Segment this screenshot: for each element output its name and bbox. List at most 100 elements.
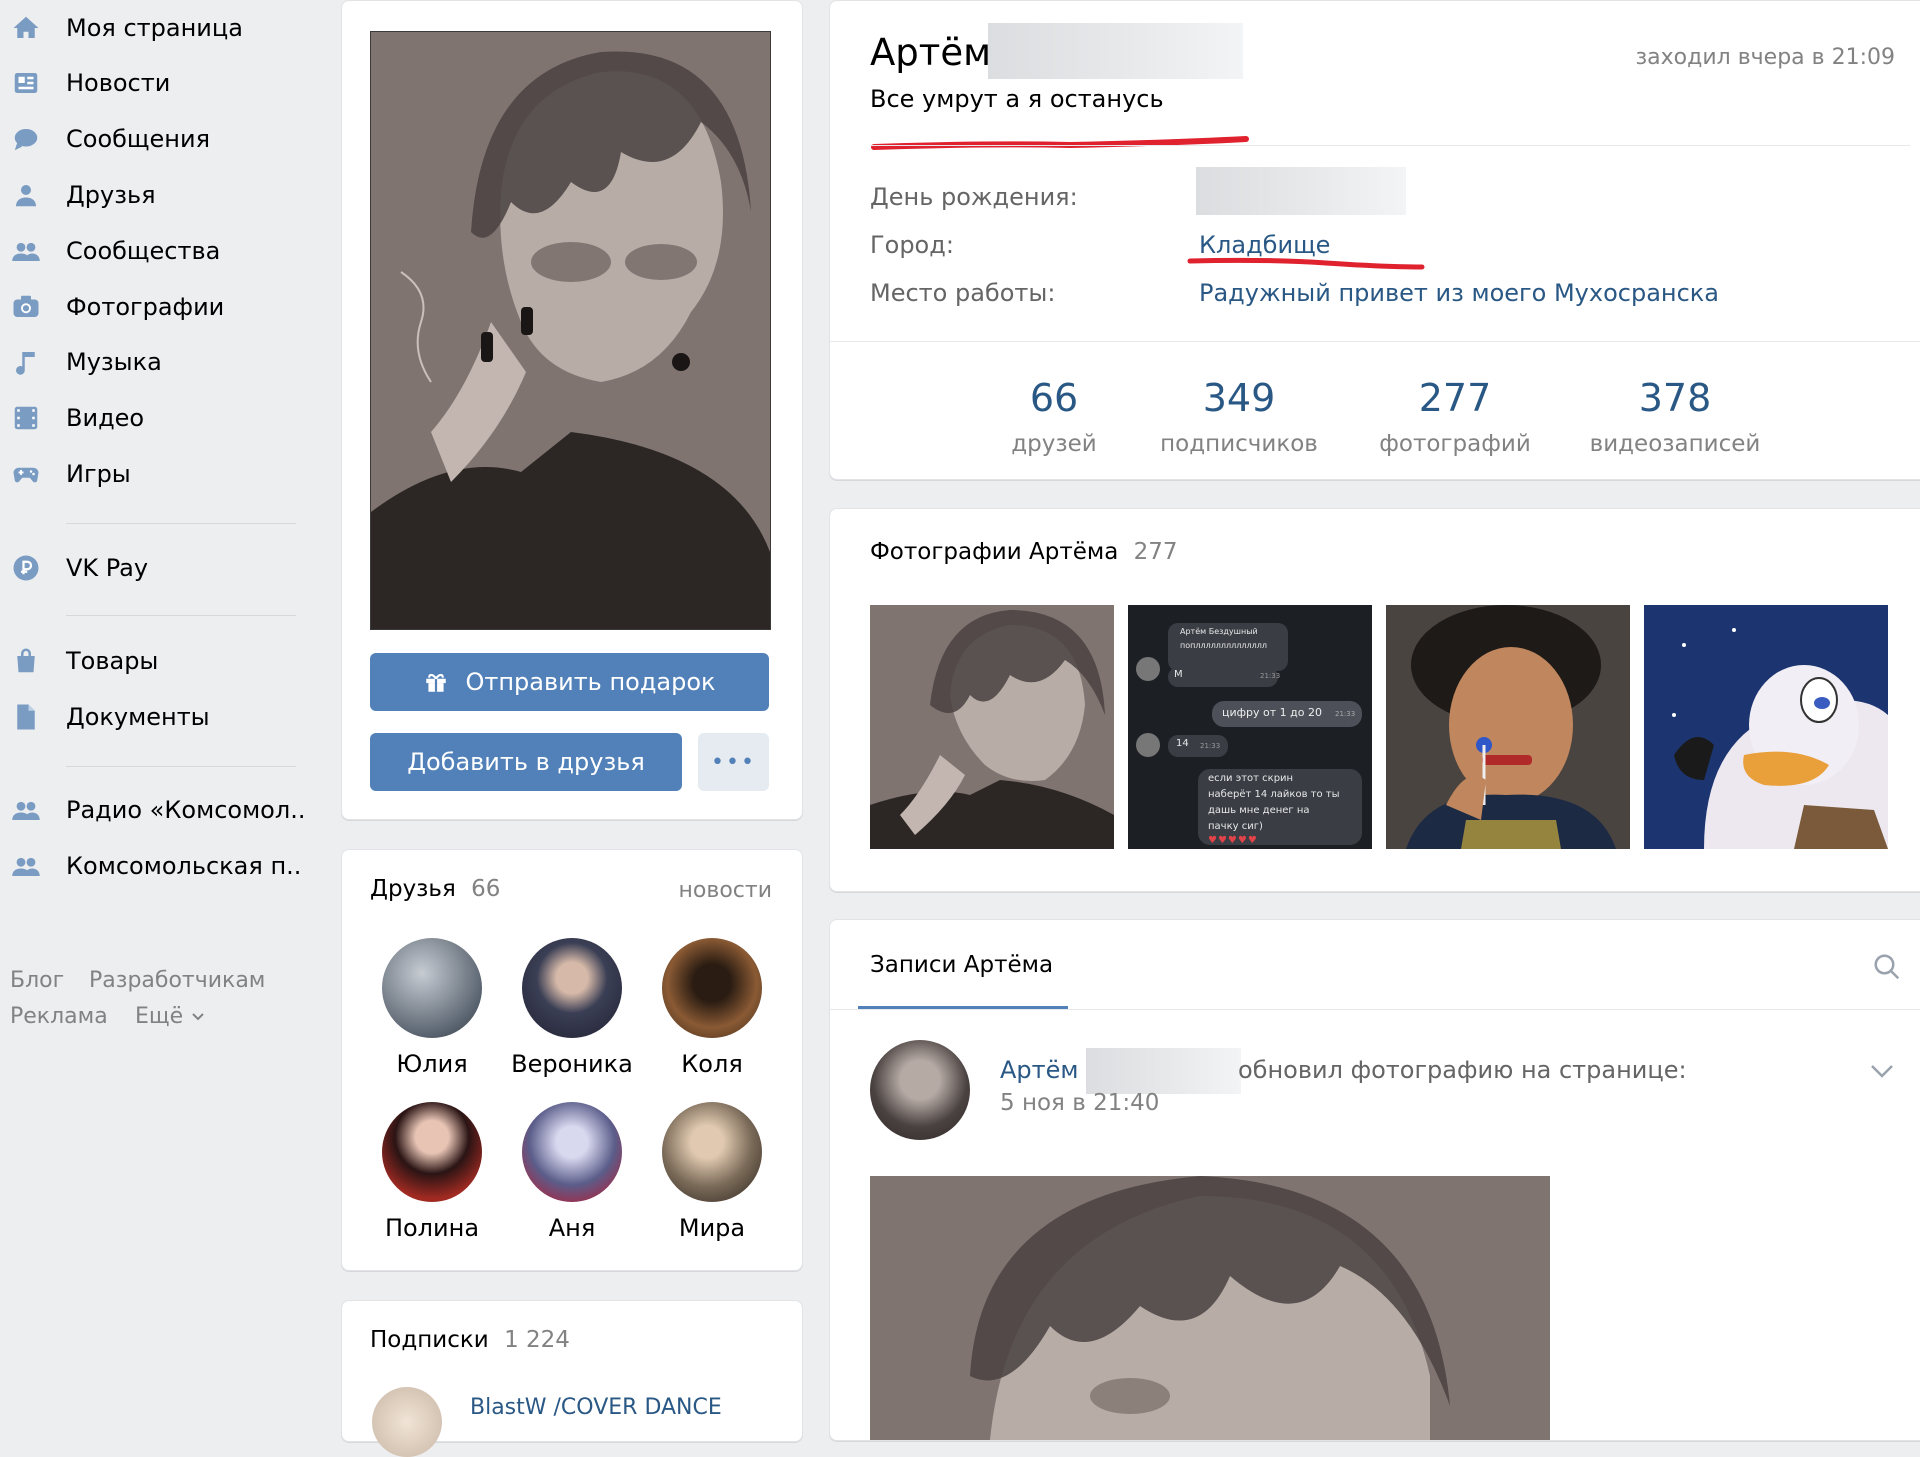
subscriptions-card: Подписки 1 224 BlastW /COVER DANCE (341, 1300, 803, 1457)
nav-item-label: Новости (66, 69, 171, 97)
counter-number: 66 (1029, 376, 1079, 420)
chat-text: поплллллллллллллл (1180, 641, 1267, 650)
chat-text: если этот скрин (1208, 773, 1294, 784)
nav-item-label: Друзья (66, 181, 156, 209)
friend-avatar[interactable] (382, 1102, 482, 1202)
nav-item-label: Моя страница (66, 14, 243, 42)
friend-name[interactable]: Мира (642, 1214, 782, 1242)
friends-count: 66 (471, 876, 501, 902)
nav-item-my-page[interactable]: Моя страница (0, 8, 243, 48)
nav-item-group-kp[interactable]: Комсомольская п.. (0, 846, 301, 886)
divider (830, 1009, 1920, 1010)
nav-item-news[interactable]: Новости (0, 63, 170, 103)
nav-item-vkpay[interactable]: VK Pay (0, 548, 148, 588)
work-label: Место работы: (870, 279, 1056, 307)
nav-item-communities[interactable]: Сообщества (0, 231, 220, 271)
nav-item-music[interactable]: Музыка (0, 342, 162, 382)
more-dots-icon: ••• (711, 749, 756, 775)
nav-item-label: Документы (66, 703, 210, 731)
search-icon[interactable] (1872, 952, 1902, 982)
friend-avatar[interactable] (662, 1102, 762, 1202)
photo-thumbnail[interactable] (1644, 605, 1888, 849)
messages-icon (8, 121, 44, 157)
photo-thumbnail[interactable]: Артём Бездушный поплллллллллллллл M 21:3… (1128, 605, 1372, 849)
birthday-label: День рождения: (870, 183, 1078, 211)
footer-link-ads[interactable]: Реклама (10, 1004, 108, 1029)
nav-item-goods[interactable]: Товары (0, 641, 158, 681)
add-friend-button[interactable]: Добавить в друзья (370, 733, 682, 791)
post-author-avatar[interactable] (870, 1040, 970, 1140)
post-author[interactable]: Артём (1000, 1056, 1079, 1084)
avatar-illustration (371, 32, 770, 629)
profile-name: Артём (870, 31, 992, 74)
chevron-down-icon[interactable] (1868, 1060, 1896, 1082)
chat-text: M (1174, 669, 1183, 680)
footer-link-blog[interactable]: Блог (10, 968, 64, 993)
counter-videos[interactable]: 378 видеозаписей (1570, 379, 1780, 457)
nav-item-friends[interactable]: Друзья (0, 175, 156, 215)
friend-name[interactable]: Полина (362, 1214, 502, 1242)
friend-name[interactable]: Коля (642, 1050, 782, 1078)
post-illustration (970, 1176, 1450, 1440)
subscriptions-title: Подписки (370, 1327, 489, 1353)
profile-avatar[interactable] (370, 31, 771, 630)
friends-header[interactable]: Друзья 66 (370, 876, 500, 902)
subscription-avatar[interactable] (372, 1387, 442, 1457)
tab-wall-posts[interactable]: Записи Артёма (858, 920, 1065, 1010)
post-date[interactable]: 5 ноя в 21:40 (1000, 1090, 1159, 1116)
chat-time: 21:33 (1335, 710, 1356, 718)
chat-text: 14 (1176, 738, 1189, 749)
profile-status[interactable]: Все умрут а я останусь (870, 85, 1164, 113)
friend-avatar[interactable] (662, 938, 762, 1038)
nav-item-messages[interactable]: Сообщения (0, 119, 210, 159)
photos-card: Фотографии Артёма 277 Артём Бездушный по… (829, 508, 1920, 892)
nav-item-photos[interactable]: Фотографии (0, 287, 224, 327)
friends-news-link[interactable]: новости (679, 878, 772, 903)
counter-label: фотографий (1379, 431, 1531, 457)
photos-header[interactable]: Фотографии Артёма 277 (870, 539, 1178, 565)
counter-photos[interactable]: 277 фотографий (1360, 379, 1550, 457)
post-image[interactable] (870, 1176, 1550, 1440)
friend-avatar[interactable] (382, 938, 482, 1038)
work-value[interactable]: Радужный привет из моего Мухосранска (1199, 279, 1719, 307)
more-actions-button[interactable]: ••• (698, 733, 769, 791)
chat-time: 21:33 (1260, 672, 1281, 680)
nav-item-games[interactable]: Игры (0, 454, 131, 494)
city-label: Город: (870, 231, 954, 259)
nav-item-label: VK Pay (66, 554, 149, 582)
friend-name[interactable]: Вероника (502, 1050, 642, 1078)
nav-item-label: Товары (66, 647, 159, 675)
friend-avatar[interactable] (522, 1102, 622, 1202)
nav-item-label: Сообщения (66, 125, 211, 153)
footer-link-more[interactable]: Ещё (135, 1004, 206, 1029)
chat-time: 21:33 (1200, 742, 1221, 750)
nav-item-documents[interactable]: Документы (0, 697, 210, 737)
nav-item-label: Радио «Комсомол.. (66, 796, 306, 824)
counter-friends[interactable]: 66 друзей (984, 379, 1124, 457)
nav-item-group-radio[interactable]: Радио «Комсомол.. (0, 790, 305, 830)
counter-label: видеозаписей (1589, 431, 1761, 457)
subscription-name[interactable]: BlastW /COVER DANCE (470, 1395, 722, 1420)
tab-label: Записи Артёма (870, 952, 1054, 978)
profile-photo-card: Отправить подарок Добавить в друзья ••• (341, 0, 803, 820)
nav-item-video[interactable]: Видео (0, 398, 144, 438)
gamepad-icon (8, 456, 44, 492)
chat-text: дашь мне денег на (1208, 805, 1310, 816)
friend-name[interactable]: Юлия (362, 1050, 502, 1078)
counter-followers[interactable]: 349 подписчиков (1144, 379, 1334, 457)
counter-number: 378 (1638, 376, 1712, 420)
subscriptions-header[interactable]: Подписки 1 224 (370, 1327, 570, 1353)
group-icon (8, 792, 44, 828)
photo-thumbnail[interactable] (870, 605, 1114, 849)
nav-divider (66, 615, 296, 616)
friend-avatar[interactable] (522, 938, 622, 1038)
send-gift-button[interactable]: Отправить подарок (370, 653, 769, 711)
footer-link-developers[interactable]: Разработчикам (89, 968, 265, 993)
nav-item-label: Комсомольская п.. (66, 852, 302, 880)
group-icon (8, 848, 44, 884)
redacted-surname (988, 23, 1243, 79)
chevron-down-icon (192, 1013, 204, 1021)
city-underline-mark (1187, 257, 1425, 270)
friend-name[interactable]: Аня (502, 1214, 642, 1242)
photo-thumbnail[interactable] (1386, 605, 1630, 849)
